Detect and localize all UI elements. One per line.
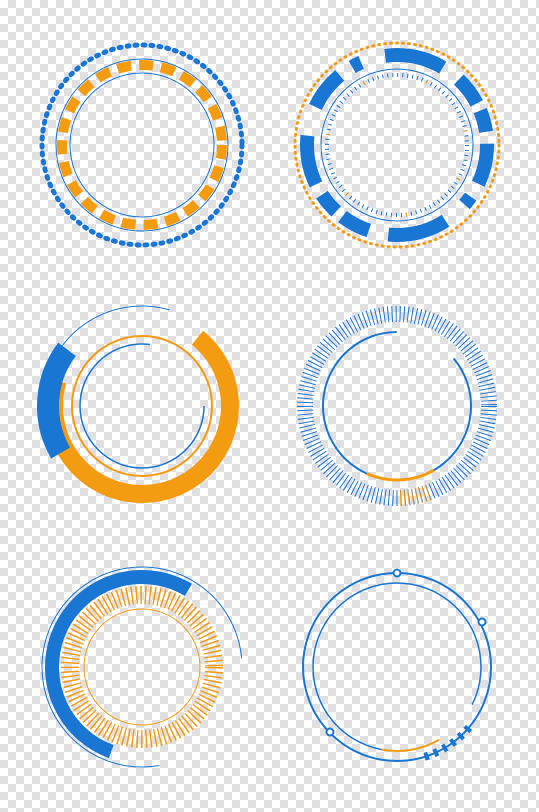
- tech-circle-icon: [37, 562, 247, 772]
- tech-circle-icon: [37, 301, 247, 511]
- ring-mid-right: [275, 281, 520, 532]
- ring-bottom-left: [20, 541, 265, 792]
- ring-bottom-right: [275, 541, 520, 792]
- tech-circle-icon: [32, 35, 252, 255]
- ring-mid-left: [20, 281, 265, 532]
- ring-top-right: [275, 20, 520, 271]
- tech-circle-icon: [287, 35, 507, 255]
- ring-top-left: [20, 20, 265, 271]
- tech-circle-icon: [292, 301, 502, 511]
- tech-circle-icon: [292, 562, 502, 772]
